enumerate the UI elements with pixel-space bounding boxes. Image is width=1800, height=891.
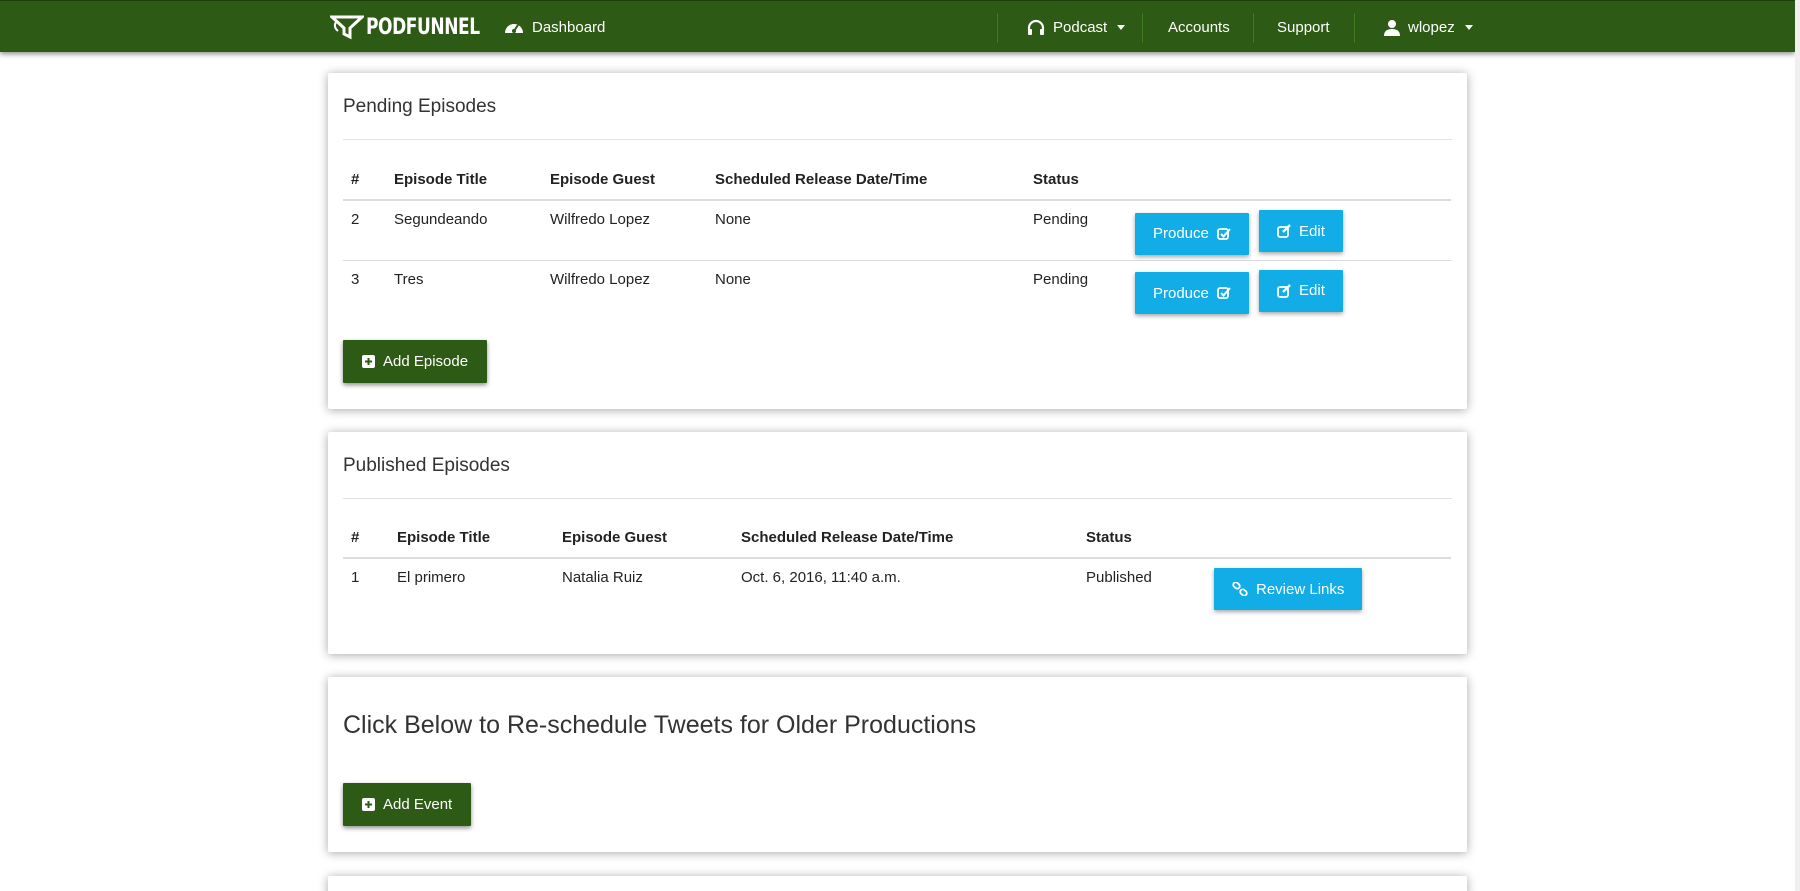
- nav-support[interactable]: Support: [1277, 1, 1330, 53]
- edit-button-label: Edit: [1299, 222, 1325, 240]
- episode-status: Pending: [1025, 259, 1127, 320]
- add-event-button[interactable]: Add Event: [343, 783, 472, 826]
- nav-dashboard-label: Dashboard: [532, 18, 606, 36]
- nav-user-label: wlopez: [1408, 18, 1455, 36]
- plus-square-icon: [362, 355, 375, 368]
- headphones-icon: [1027, 19, 1045, 36]
- dashboard-gauge-icon: [504, 19, 524, 35]
- funnel-logo-icon: [330, 14, 364, 40]
- panel-divider: [343, 498, 1452, 499]
- brand-name: PODFUNNEL: [366, 14, 480, 40]
- add-episode-label: Add Episode: [383, 353, 469, 370]
- published-panel-title: Published Episodes: [343, 455, 510, 476]
- nav-accounts-label: Accounts: [1168, 18, 1230, 36]
- col-header-title: Episode Title: [386, 160, 542, 201]
- check-square-icon: [1216, 286, 1231, 300]
- col-header-num: #: [343, 518, 389, 559]
- col-header-status: Status: [1025, 160, 1127, 201]
- next-panel: [328, 876, 1467, 891]
- user-icon: [1384, 19, 1400, 36]
- episode-guest: Natalia Ruiz: [562, 569, 643, 586]
- episode-title: Segundeando: [394, 211, 488, 228]
- nav-user-dropdown[interactable]: wlopez: [1384, 1, 1473, 53]
- table-header-row: # Episode Title Episode Guest Scheduled …: [343, 518, 1451, 559]
- table-row: 3 Tres Wilfredo Lopez None Pending Produ…: [343, 259, 1451, 320]
- col-header-actions: [1127, 160, 1451, 201]
- episode-actions: Review Links: [1206, 558, 1451, 618]
- pending-episodes-panel: Pending Episodes # Episode Title Episode…: [328, 73, 1467, 409]
- add-episode-button[interactable]: Add Episode: [343, 340, 488, 383]
- table-header-row: # Episode Title Episode Guest Scheduled …: [343, 160, 1451, 201]
- episode-status: Pending: [1033, 211, 1089, 228]
- produce-button-label: Produce: [1153, 225, 1209, 242]
- table-row: 1 El primero Natalia Ruiz Oct. 6, 2016, …: [343, 558, 1451, 618]
- edit-icon: [1277, 283, 1291, 298]
- edit-button[interactable]: Edit: [1259, 269, 1343, 312]
- pending-episodes-table: # Episode Title Episode Guest Scheduled …: [343, 160, 1451, 320]
- episode-date: Oct. 6, 2016, 11:40 a.m.: [741, 569, 901, 586]
- brand-logo[interactable]: PODFUNNEL: [330, 12, 498, 42]
- episode-guest: Wilfredo Lopez: [550, 211, 651, 228]
- link-icon: [1232, 582, 1248, 596]
- nav-podcast-dropdown[interactable]: Podcast: [1027, 1, 1126, 53]
- edit-button-label: Edit: [1299, 282, 1325, 299]
- check-square-icon: [1216, 227, 1231, 241]
- plus-square-icon: [362, 798, 375, 811]
- panel-divider: [343, 139, 1452, 140]
- add-event-label: Add Event: [383, 796, 453, 813]
- col-header-date: Scheduled Release Date/Time: [733, 518, 1078, 559]
- reschedule-panel-title: Click Below to Re-schedule Tweets for Ol…: [343, 711, 977, 739]
- episode-actions: Produce Edit: [1127, 259, 1451, 320]
- nav-divider: [1142, 13, 1143, 43]
- nav-dashboard[interactable]: Dashboard: [504, 1, 605, 53]
- episode-num: 2: [351, 211, 360, 228]
- nav-divider: [1253, 13, 1254, 43]
- episode-title: El primero: [397, 569, 466, 586]
- nav-podcast-label: Podcast: [1053, 18, 1108, 36]
- col-header-actions: [1206, 518, 1451, 559]
- col-header-guest: Episode Guest: [554, 518, 733, 559]
- produce-button[interactable]: Produce: [1135, 212, 1249, 255]
- top-navbar: PODFUNNEL Dashboard Podcast Accounts Sup…: [0, 0, 1795, 52]
- produce-button[interactable]: Produce: [1135, 272, 1249, 314]
- nav-support-label: Support: [1277, 18, 1330, 36]
- episode-status: Published: [1086, 569, 1152, 586]
- episode-guest: Wilfredo Lopez: [542, 259, 707, 320]
- col-header-guest: Episode Guest: [542, 160, 707, 201]
- col-header-title: Episode Title: [389, 518, 554, 559]
- col-header-date: Scheduled Release Date/Time: [707, 160, 1025, 201]
- edit-icon: [1277, 224, 1291, 238]
- produce-button-label: Produce: [1153, 284, 1209, 302]
- nav-accounts[interactable]: Accounts: [1168, 1, 1230, 53]
- episode-actions: Produce Edit: [1127, 200, 1451, 260]
- chevron-down-icon: [1117, 24, 1126, 30]
- chevron-down-icon: [1464, 24, 1473, 30]
- published-episodes-panel: Published Episodes # Episode Title Episo…: [328, 432, 1467, 654]
- published-episodes-table: # Episode Title Episode Guest Scheduled …: [343, 518, 1451, 618]
- episode-title: Tres: [386, 259, 542, 320]
- review-links-label: Review Links: [1256, 580, 1345, 598]
- nav-divider: [1354, 13, 1355, 43]
- pending-panel-title: Pending Episodes: [343, 96, 497, 117]
- table-row: 2 Segundeando Wilfredo Lopez None Pendin…: [343, 200, 1451, 260]
- review-links-button[interactable]: Review Links: [1214, 568, 1363, 610]
- episode-date: None: [707, 259, 1025, 320]
- nav-divider: [997, 13, 998, 43]
- edit-button[interactable]: Edit: [1259, 210, 1343, 252]
- episode-num: 3: [343, 259, 386, 320]
- col-header-status: Status: [1078, 518, 1206, 559]
- col-header-num: #: [343, 160, 386, 201]
- page-scrollbar[interactable]: [1795, 0, 1800, 891]
- episode-num: 1: [351, 569, 360, 586]
- episode-date: None: [715, 211, 751, 228]
- reschedule-tweets-panel: Click Below to Re-schedule Tweets for Ol…: [328, 677, 1467, 852]
